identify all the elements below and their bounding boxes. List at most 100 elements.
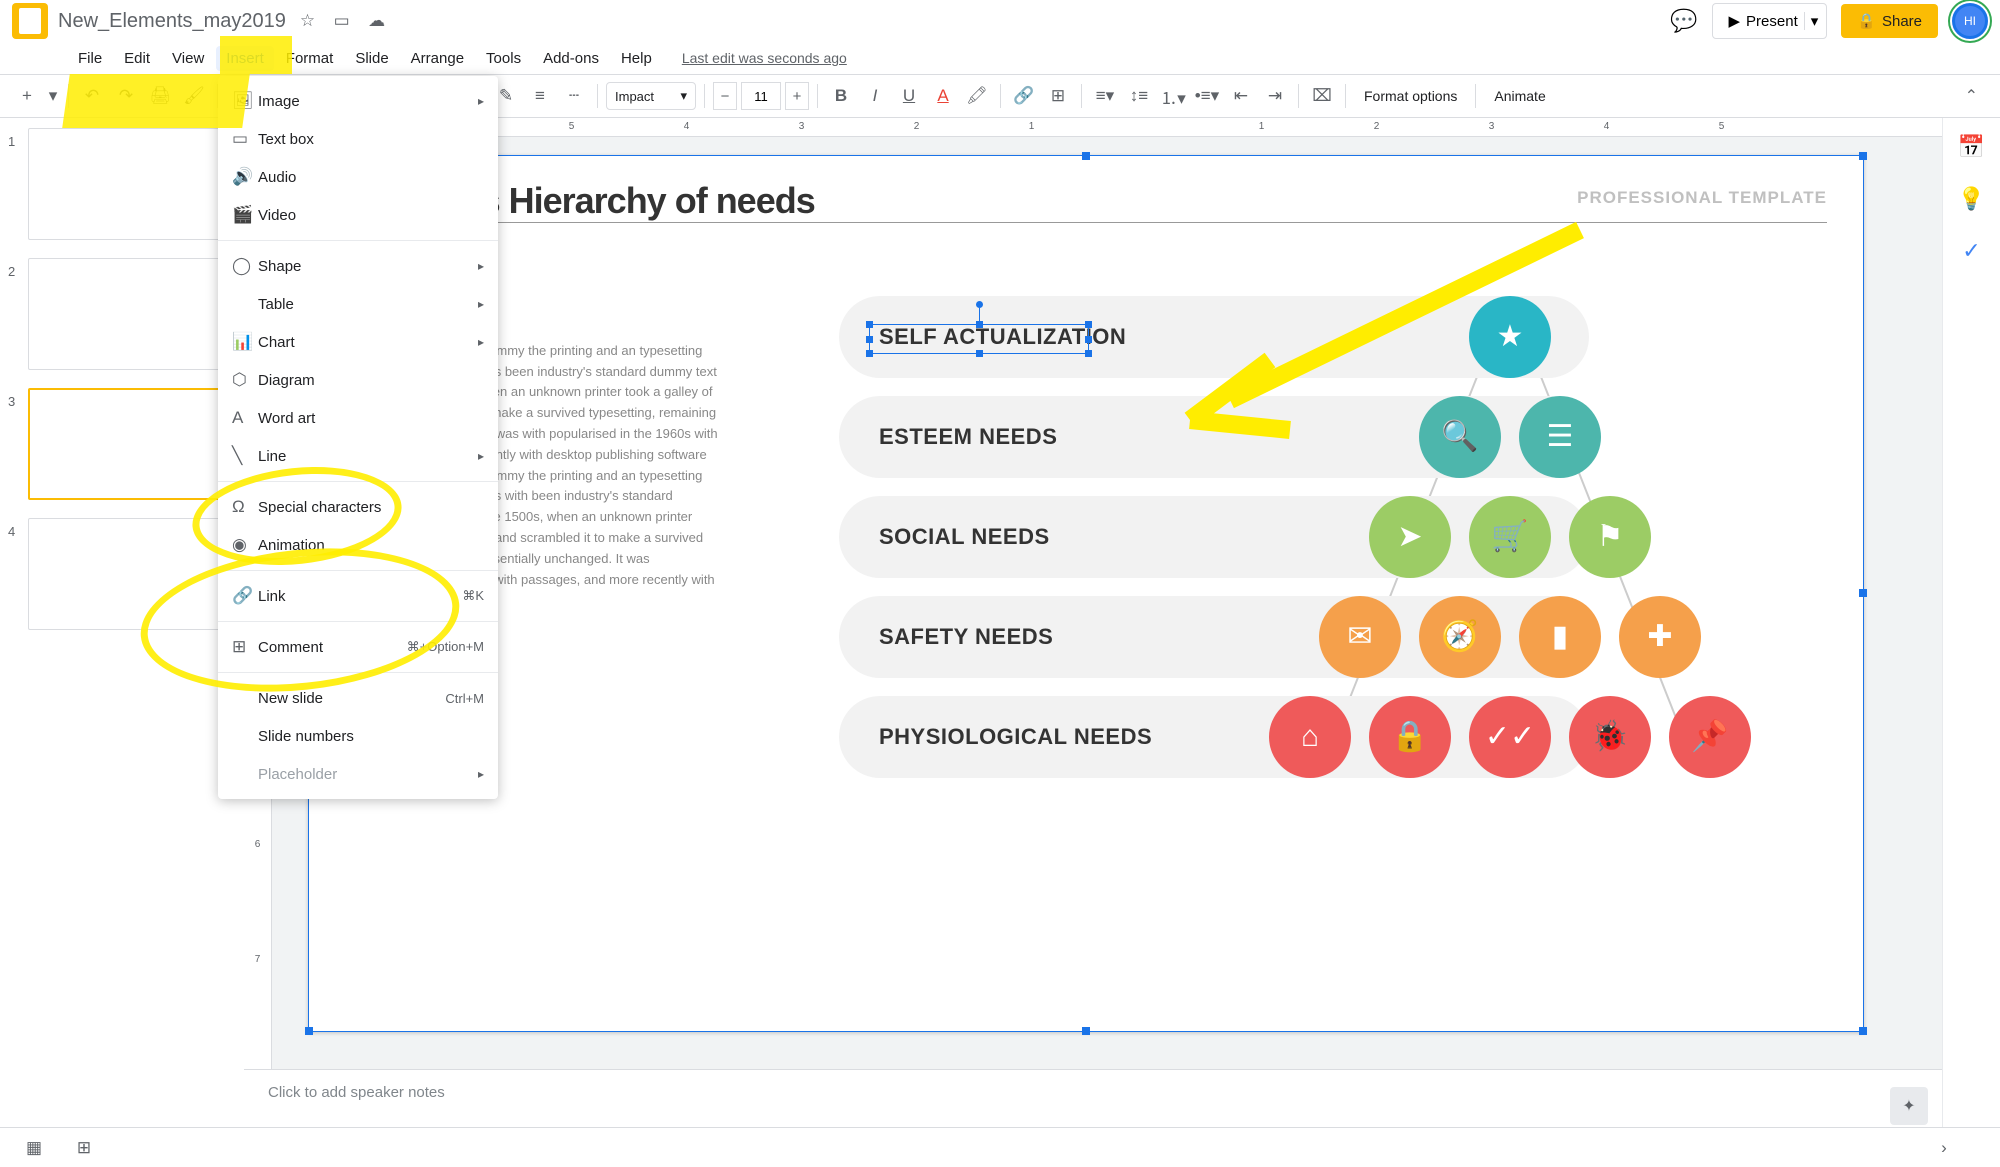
avatar[interactable]: HI <box>1952 3 1988 39</box>
print-button[interactable]: 🖨 <box>145 81 175 111</box>
highlight-button[interactable]: 🖍 <box>962 81 992 111</box>
menu-item-animation[interactable]: ◉Animation <box>218 526 498 564</box>
last-edit-link[interactable]: Last edit was seconds ago <box>672 46 857 70</box>
menu-item-image[interactable]: 🖼Image▸ <box>218 82 498 120</box>
redo-button[interactable]: ↷ <box>111 81 141 111</box>
decrease-indent-button[interactable]: ⇤ <box>1226 81 1256 111</box>
decrease-font-button[interactable]: − <box>713 82 737 110</box>
send-icon[interactable]: ➤ <box>1369 496 1451 578</box>
hide-panel-button[interactable]: › <box>1930 1134 1958 1162</box>
filmstrip[interactable]: 1 2 3 4 <box>0 118 244 1127</box>
menu-item-table[interactable]: Table▸ <box>218 285 498 323</box>
slide-thumb-1[interactable] <box>28 128 228 240</box>
home-icon[interactable]: ⌂ <box>1269 696 1351 778</box>
cart-icon[interactable]: 🛒 <box>1469 496 1551 578</box>
comments-icon[interactable]: 💬 <box>1670 8 1697 34</box>
mail-icon[interactable]: ✉ <box>1319 596 1401 678</box>
menu-slide[interactable]: Slide <box>345 46 398 71</box>
collapse-toolbar-button[interactable]: ⌃ <box>1955 86 1988 106</box>
slide-thumb-3[interactable] <box>28 388 228 500</box>
search-icon[interactable]: 🔍 <box>1419 396 1501 478</box>
increase-font-button[interactable]: + <box>785 82 809 110</box>
slides-logo[interactable] <box>12 3 48 39</box>
list-icon[interactable]: ☰ <box>1519 396 1601 478</box>
format-options-button[interactable]: Format options <box>1354 88 1467 104</box>
star-icon[interactable]: ☆ <box>300 11 315 30</box>
chevron-down-icon[interactable]: ▾ <box>46 81 60 111</box>
clear-formatting-button[interactable]: ⌧ <box>1307 81 1337 111</box>
paint-format-button[interactable]: 🖌 <box>179 81 209 111</box>
flag-icon[interactable]: ⚑ <box>1569 496 1651 578</box>
explore-button[interactable]: ✦ <box>1890 1087 1928 1125</box>
comment-button[interactable]: ⊞ <box>1043 81 1073 111</box>
document-title[interactable]: New_Elements_may2019 <box>58 10 286 33</box>
menu-item-word-art[interactable]: AWord art <box>218 399 498 437</box>
menu-item-audio[interactable]: 🔊Audio <box>218 158 498 196</box>
menu-item-text-box[interactable]: ▭Text box <box>218 120 498 158</box>
line-spacing-button[interactable]: ↕≡ <box>1124 81 1154 111</box>
undo-button[interactable]: ↶ <box>77 81 107 111</box>
pin-icon[interactable]: 📌 <box>1669 696 1751 778</box>
menu-item-slide-numbers[interactable]: Slide numbers <box>218 717 498 755</box>
menu-item-shape[interactable]: ◯Shape▸ <box>218 247 498 285</box>
level-label: SOCIAL NEEDS <box>879 524 1050 550</box>
slide-canvas[interactable]: Maslow's Hierarchy of needs PROFESSIONAL… <box>308 155 1864 1032</box>
star-icon[interactable]: ★ <box>1469 296 1551 378</box>
link-button[interactable]: 🔗 <box>1009 81 1039 111</box>
speaker-notes[interactable]: Click to add speaker notes <box>244 1069 1942 1127</box>
check-icon[interactable]: ✓✓ <box>1469 696 1551 778</box>
menu-help[interactable]: Help <box>611 46 662 71</box>
menu-view[interactable]: View <box>162 46 214 71</box>
bulleted-list-button[interactable]: •≡▾ <box>1192 81 1222 111</box>
chevron-down-icon[interactable]: ▾ <box>1804 12 1819 30</box>
menu-file[interactable]: File <box>68 46 112 71</box>
increase-indent-button[interactable]: ⇥ <box>1260 81 1290 111</box>
selected-textbox[interactable] <box>869 324 1089 354</box>
animate-button[interactable]: Animate <box>1484 88 1555 104</box>
slide-thumb-4[interactable] <box>28 518 228 630</box>
filmstrip-view-button[interactable]: ▦ <box>20 1134 48 1162</box>
puzzle-icon[interactable]: ✚ <box>1619 596 1701 678</box>
cloud-icon[interactable]: ☁ <box>368 11 385 30</box>
menu-item-placeholder[interactable]: Placeholder▸ <box>218 755 498 793</box>
menu-insert[interactable]: Insert <box>216 46 274 71</box>
tasks-icon[interactable]: ✓ <box>1962 238 1980 264</box>
menu-item-chart[interactable]: 📊Chart▸ <box>218 323 498 361</box>
menu-arrange[interactable]: Arrange <box>401 46 474 71</box>
menu-item-comment[interactable]: ⊞Comment⌘+Option+M <box>218 628 498 666</box>
align-button[interactable]: ≡▾ <box>1090 81 1120 111</box>
calendar-icon[interactable]: 📅 <box>1958 134 1985 160</box>
text-color-button[interactable]: A <box>928 81 958 111</box>
bug-icon[interactable]: 🐞 <box>1569 696 1651 778</box>
horizontal-ruler[interactable]: 765432112345 <box>244 118 1942 137</box>
font-select[interactable]: Impact▾ <box>606 82 696 110</box>
numbered-list-button[interactable]: ⒈▾ <box>1158 81 1188 111</box>
menu-format[interactable]: Format <box>276 46 344 71</box>
menu-item-video[interactable]: 🎬Video <box>218 196 498 234</box>
move-icon[interactable]: ▭ <box>334 11 350 30</box>
grid-view-button[interactable]: ⊞ <box>70 1134 98 1162</box>
menu-item-new-slide[interactable]: New slideCtrl+M <box>218 679 498 717</box>
menu-item-line[interactable]: ╲Line▸ <box>218 437 498 475</box>
menu-addons[interactable]: Add-ons <box>533 46 609 71</box>
present-button[interactable]: ▶ Present ▾ <box>1712 3 1828 39</box>
menu-item-link[interactable]: 🔗Link⌘K <box>218 577 498 615</box>
font-size-input[interactable]: 11 <box>741 82 781 110</box>
slide-thumb-2[interactable] <box>28 258 228 370</box>
border-dash-button[interactable]: ┄ <box>559 81 589 111</box>
menu-item-special-characters[interactable]: ΩSpecial characters <box>218 488 498 526</box>
italic-button[interactable]: I <box>860 81 890 111</box>
share-button[interactable]: 🔒 Share <box>1841 4 1938 38</box>
menu-tools[interactable]: Tools <box>476 46 531 71</box>
lock-icon[interactable]: 🔒 <box>1369 696 1451 778</box>
menu-edit[interactable]: Edit <box>114 46 160 71</box>
compass-icon[interactable]: 🧭 <box>1419 596 1501 678</box>
new-slide-button[interactable]: + <box>12 81 42 111</box>
border-weight-button[interactable]: ≡ <box>525 81 555 111</box>
underline-button[interactable]: U <box>894 81 924 111</box>
bold-button[interactable]: B <box>826 81 856 111</box>
slide-subtitle[interactable]: PROFESSIONAL TEMPLATE <box>1577 188 1827 208</box>
keep-icon[interactable]: 💡 <box>1958 186 1985 212</box>
menu-item-diagram[interactable]: ⬡Diagram <box>218 361 498 399</box>
book-icon[interactable]: ▮ <box>1519 596 1601 678</box>
